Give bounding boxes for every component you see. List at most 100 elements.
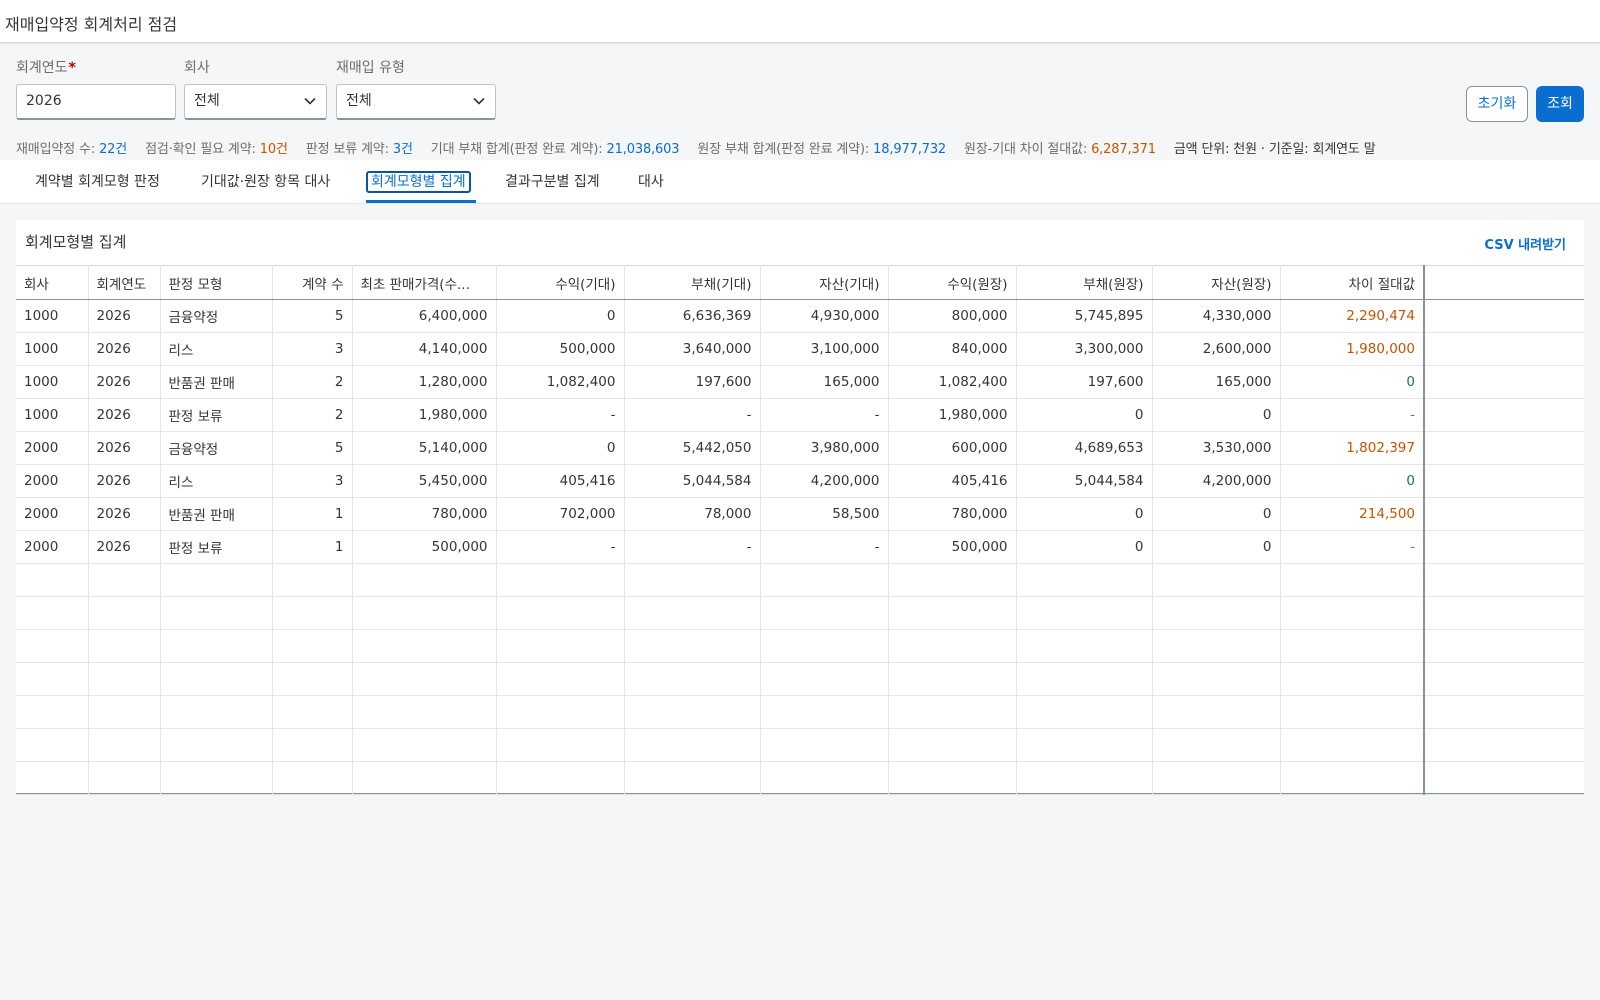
filler-cell [1423, 365, 1584, 399]
search-button[interactable]: 조회 [1536, 86, 1584, 122]
table-cell: - [624, 530, 761, 564]
table-cell [88, 761, 161, 795]
table-cell [352, 728, 497, 762]
table-cell: 5,450,000 [352, 464, 497, 498]
table-cell: 4,140,000 [352, 332, 497, 366]
table-cell: 1,280,000 [352, 365, 497, 399]
table-cell: 판정 보류 [160, 398, 273, 432]
tab-contract-model[interactable]: 계약별 회계모형 판정 [32, 171, 163, 193]
tab-model-summary[interactable]: 회계모형별 집계 [366, 171, 471, 193]
table-cell: 840,000 [888, 332, 1017, 366]
table-cell: 0 [1280, 464, 1425, 498]
table-cell [1016, 761, 1153, 795]
table-cell [496, 728, 625, 762]
column-header[interactable]: 차이 절대값 [1280, 265, 1425, 300]
table-cell: 5,745,895 [1016, 299, 1153, 333]
table-row[interactable]: 2000 2026 금융약정 5 5,140,000 0 5,442,050 3,980,00… [16, 431, 1584, 465]
table-cell: - [1280, 398, 1425, 432]
table-cell [88, 596, 161, 630]
buyback-type-select-value: 전체 [346, 93, 372, 109]
table-cell: 6,400,000 [352, 299, 497, 333]
table-cell [1280, 761, 1425, 795]
table-cell [1016, 629, 1153, 663]
table-cell: 5,044,584 [624, 464, 761, 498]
column-header[interactable]: 계약 수 [272, 265, 353, 300]
column-header[interactable]: 수익(원장) [888, 265, 1017, 300]
table-row[interactable]: 2000 2026 반품권 판매 1 780,000 702,000 78,000 58,50… [16, 497, 1584, 531]
column-header[interactable]: 회계연도 [88, 265, 161, 300]
table-cell: 780,000 [888, 497, 1017, 531]
table-cell [272, 596, 353, 630]
table-cell [16, 695, 89, 729]
table-cell [160, 761, 273, 795]
table-cell: 500,000 [496, 332, 625, 366]
buyback-type-label: 재매입 유형 [336, 60, 405, 76]
column-header[interactable]: 자산(기대) [760, 265, 889, 300]
table-cell [16, 761, 89, 795]
csv-download-link[interactable]: CSV 내려받기 [1484, 234, 1566, 253]
table-cell: 165,000 [760, 365, 889, 399]
table-row[interactable]: 1000 2026 리스 3 4,140,000 500,000 3,640,000 3,10… [16, 332, 1584, 366]
table-cell [1152, 761, 1281, 795]
chevron-down-icon [473, 97, 485, 105]
reset-button[interactable]: 초기화 [1466, 86, 1528, 122]
table-cell [760, 761, 889, 795]
table-cell [888, 563, 1017, 597]
table-cell [16, 563, 89, 597]
table-cell: 5 [272, 299, 353, 333]
table-row[interactable]: 1000 2026 판정 보류 2 1,980,000- - -1,980,000 0 0- [16, 398, 1584, 432]
table-cell [496, 761, 625, 795]
tab-reconciliation[interactable]: 대사 [635, 171, 667, 193]
filler-cell [1423, 695, 1584, 729]
table-cell [272, 728, 353, 762]
column-header[interactable]: 회사 [16, 265, 89, 300]
table-cell [624, 761, 761, 795]
table-cell [888, 629, 1017, 663]
table-cell: 165,000 [1152, 365, 1281, 399]
table-cell: 금융약정 [160, 299, 273, 333]
tab-result-summary[interactable]: 결과구분별 집계 [502, 171, 603, 193]
table-cell: 3,640,000 [624, 332, 761, 366]
table-cell [760, 596, 889, 630]
table-cell: 반품권 판매 [160, 497, 273, 531]
table-row[interactable]: 1000 2026 금융약정 5 6,400,000 0 6,636,369 4,930,00… [16, 299, 1584, 333]
table-cell: 2026 [88, 497, 161, 531]
table-cell: 1,802,397 [1280, 431, 1425, 465]
required-mark: * [68, 60, 76, 76]
tab-expected-ledger[interactable]: 기대값·원장 항목 대사 [198, 171, 333, 193]
table-cell [1016, 695, 1153, 729]
column-header[interactable]: 부채(기대) [624, 265, 761, 300]
summary-expected-liability: 기대 부채 합계(판정 완료 계약): 21,038,603 [430, 142, 680, 157]
summary-bar: 재매입약정 수: 22건 점검·확인 필요 계약: 10건 판정 보류 계약: … [16, 141, 1376, 159]
table-cell: 2026 [88, 332, 161, 366]
table-cell: 0 [1152, 530, 1281, 564]
column-header[interactable]: 수익(기대) [496, 265, 625, 300]
table-cell: 5,044,584 [1016, 464, 1153, 498]
table-row[interactable]: 1000 2026 반품권 판매 2 1,280,000 1,082,400 197,600… [16, 365, 1584, 399]
company-select[interactable]: 전체 [184, 84, 327, 120]
table-cell: 500,000 [888, 530, 1017, 564]
table-cell: 3,100,000 [760, 332, 889, 366]
table-cell: 6,636,369 [624, 299, 761, 333]
column-header[interactable]: 부채(원장) [1016, 265, 1153, 300]
column-header[interactable]: 판정 모형 [160, 265, 273, 300]
table-cell: - [760, 398, 889, 432]
summary-check-needed: 점검·확인 필요 계약: 10건 [145, 142, 288, 157]
table-row[interactable]: 2000 2026 판정 보류 1 500,000- - -500,000 0 0- [16, 530, 1584, 564]
buyback-type-select[interactable]: 전체 [336, 84, 496, 120]
table-cell [496, 563, 625, 597]
column-header[interactable]: 자산(원장) [1152, 265, 1281, 300]
table-cell [160, 728, 273, 762]
column-header[interactable]: 최초 판매가격(수... [352, 265, 497, 300]
table-cell [624, 596, 761, 630]
table-row[interactable]: 2000 2026 리스 3 5,450,000 405,416 5,044,584 4,20… [16, 464, 1584, 498]
table-cell [16, 728, 89, 762]
filler-cell [1423, 398, 1584, 432]
filler-cell [1423, 332, 1584, 366]
table-cell [352, 563, 497, 597]
empty-table-row [16, 563, 1584, 597]
table-cell [760, 728, 889, 762]
fiscal-year-input[interactable]: 2026 [16, 84, 176, 120]
table-cell: 0 [1280, 365, 1425, 399]
table-cell: 0 [1152, 398, 1281, 432]
